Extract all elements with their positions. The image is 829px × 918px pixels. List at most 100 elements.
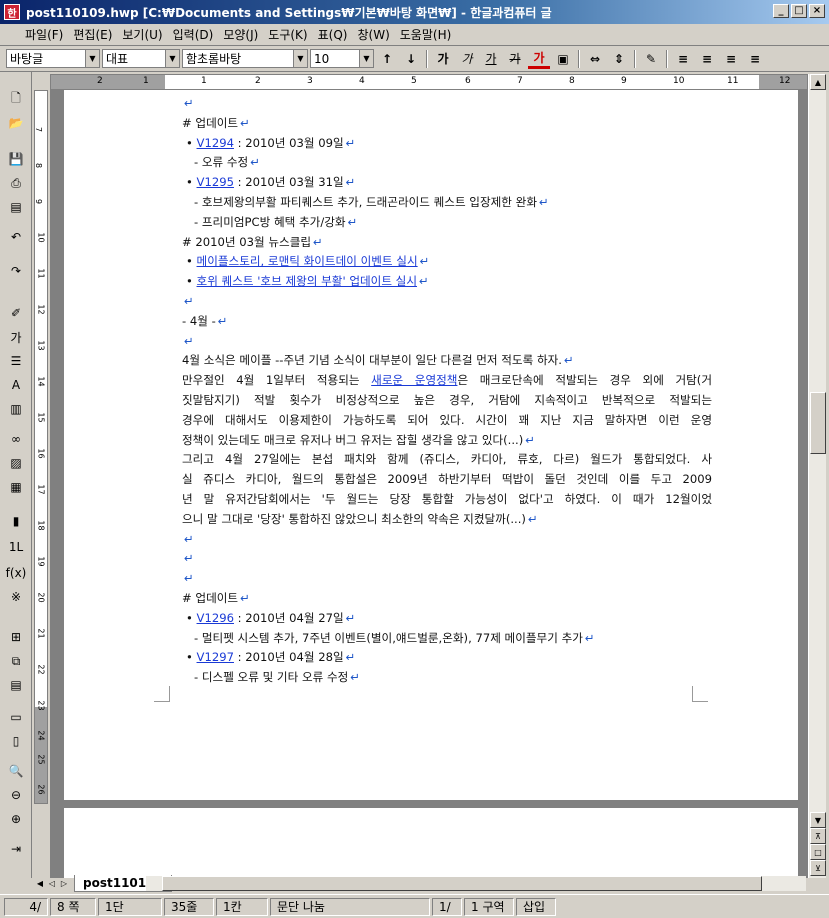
text-line: - 프리미엄PC방 혜택 추가/강화 ↵ — [194, 214, 358, 229]
style-select[interactable]: 바탕글 ▼ — [6, 49, 100, 68]
menu-edit[interactable]: 편집(E) — [68, 24, 117, 45]
preview-icon[interactable]: ▤ — [6, 198, 26, 216]
style-value: 바탕글 — [10, 52, 44, 66]
document-area[interactable]: ↵ # 업데이트 ↵ • V1294 : 2010년 03월 09일 ↵ - 오류 … — [50, 90, 808, 878]
align-justify-icon[interactable]: ≡ — [672, 49, 694, 69]
formula-icon[interactable]: f(x) — [6, 564, 27, 582]
italic-button[interactable]: 가 — [456, 49, 478, 69]
ruler-tick: 11 — [727, 76, 739, 86]
label-icon[interactable]: 1L — [6, 538, 26, 556]
version-link[interactable]: V1297 — [197, 650, 234, 664]
align-right-icon[interactable]: ≡ — [744, 49, 766, 69]
image-icon[interactable]: ▨ — [6, 454, 26, 472]
document-tab-bar: ◀ ◁ ▷ post110109 — [0, 874, 829, 892]
copy-shape-icon[interactable]: ⧉ — [6, 652, 26, 670]
vertical-scrollbar[interactable]: ▲ ▼ ⊼ □ ⊻ — [808, 74, 826, 878]
columns-icon[interactable]: ▥ — [6, 400, 26, 418]
hscroll-thumb[interactable] — [162, 876, 762, 891]
align-center-icon[interactable]: ≡ — [720, 49, 742, 69]
document-page[interactable]: ↵ # 업데이트 ↵ • V1294 : 2010년 03월 09일 ↵ - 오류 … — [64, 90, 798, 800]
font-size-select[interactable]: 10 ▼ — [310, 49, 374, 68]
font-select[interactable]: 함초롬바탕 ▼ — [182, 49, 308, 68]
vertical-ruler[interactable]: 7 8 9 10 11 12 13 14 15 16 17 18 19 20 2… — [34, 90, 48, 804]
chevron-down-icon[interactable]: ▼ — [165, 50, 179, 67]
news-link[interactable]: 메이플스토리, 로맨틱 화이트데이 이벤트 실시 — [197, 254, 418, 268]
table-icon[interactable]: ▦ — [6, 478, 26, 496]
zoom-in-icon[interactable]: ⊕ — [6, 810, 26, 828]
bold-button[interactable]: 가 — [432, 49, 454, 69]
policy-link[interactable]: 새로운 운영정책 — [371, 373, 457, 387]
zoom-icon[interactable]: 🔍 — [6, 762, 26, 780]
language-select[interactable]: 대표 ▼ — [102, 49, 180, 68]
chevron-down-icon[interactable]: ▼ — [293, 50, 307, 67]
new-document-icon[interactable]: 🗋 — [6, 90, 26, 108]
shade-icon[interactable]: ▣ — [552, 49, 574, 69]
undo-icon[interactable]: ↶ — [6, 228, 26, 246]
next-page[interactable] — [64, 808, 798, 878]
menu-format[interactable]: 모양(J) — [218, 24, 263, 45]
char-width-icon[interactable]: ⇕ — [608, 49, 630, 69]
draw-object-icon[interactable]: ⊞ — [6, 628, 26, 646]
page-up-icon[interactable]: ⊼ — [810, 828, 826, 844]
char-spacing-icon[interactable]: ⇔ — [584, 49, 606, 69]
scroll-thumb[interactable] — [810, 392, 826, 454]
minimize-button[interactable]: _ — [773, 4, 789, 18]
window-title: post110109.hwp [C:₩Documents and Setting… — [26, 5, 552, 20]
status-insert-mode[interactable]: 삽입 — [516, 897, 556, 916]
link-icon[interactable]: ∞ — [6, 430, 26, 448]
exit-icon[interactable]: ⇥ — [6, 840, 26, 858]
menu-file[interactable]: 파일(F) — [20, 24, 68, 45]
zoom-out-icon[interactable]: ⊖ — [6, 786, 26, 804]
ruler-tick: 2 — [255, 76, 261, 86]
first-tab-icon[interactable]: ◀ — [34, 876, 46, 890]
menu-table[interactable]: 표(Q) — [313, 24, 353, 45]
save-icon[interactable]: 💾 — [6, 150, 26, 168]
scroll-down-icon[interactable]: ▼ — [810, 812, 826, 828]
horizontal-ruler[interactable]: 2 1 1 2 3 4 5 6 7 8 9 10 11 12 — [50, 74, 808, 90]
chevron-down-icon[interactable]: ▼ — [85, 50, 99, 67]
font-color-button[interactable]: 가 — [528, 49, 550, 69]
hwp-app-icon[interactable]: 한 — [4, 4, 20, 20]
close-button[interactable]: × — [809, 4, 825, 18]
ruler-tick: 15 — [36, 412, 46, 423]
size-decrease-icon[interactable]: ↓ — [400, 49, 422, 69]
scroll-up-icon[interactable]: ▲ — [810, 74, 826, 90]
maximize-button[interactable]: □ — [791, 4, 807, 18]
chevron-down-icon[interactable]: ▼ — [359, 50, 373, 67]
version-link[interactable]: V1294 — [197, 136, 234, 150]
news-link[interactable]: 호위 퀘스트 '호브 제왕의 부활' 업데이트 실시 — [197, 274, 417, 288]
page-select-icon[interactable]: □ — [810, 844, 826, 860]
ruler-tick: 11 — [36, 268, 46, 279]
horizontal-scrollbar[interactable] — [146, 876, 806, 891]
text-line: 만우절인 4월 1일부터 적용되는 새로운 운영정책은 매크로단속에 적발되는 … — [182, 373, 712, 388]
version-link[interactable]: V1296 — [197, 611, 234, 625]
highlighter-icon[interactable]: ✎ — [640, 49, 662, 69]
menu-insert[interactable]: 입력(D) — [168, 24, 219, 45]
align-left-icon[interactable]: ≡ — [696, 49, 718, 69]
style-icon[interactable]: A — [6, 376, 26, 394]
open-folder-icon[interactable]: 📂 — [6, 114, 26, 132]
form-icon[interactable]: ▤ — [6, 676, 26, 694]
menu-help[interactable]: 도움말(H) — [395, 24, 457, 45]
next-tab-icon[interactable]: ▷ — [58, 876, 70, 890]
chart-icon[interactable]: ▮ — [6, 512, 26, 530]
strikethrough-button[interactable]: 가 — [504, 49, 526, 69]
size-increase-icon[interactable]: ↑ — [376, 49, 398, 69]
redo-icon[interactable]: ↷ — [6, 262, 26, 280]
menu-tools[interactable]: 도구(K) — [263, 24, 312, 45]
presentation-icon[interactable]: ▭ — [6, 708, 26, 726]
print-icon[interactable]: ⎙ — [6, 174, 26, 192]
version-link[interactable]: V1295 — [197, 175, 234, 189]
text-line: 정책이 있는데도 매크로 유저나 버그 유저는 잡힐 생각을 않고 있다(...… — [182, 432, 535, 447]
format-painter-icon[interactable]: ✐ — [6, 304, 26, 322]
para-shape-icon[interactable]: ☰ — [6, 352, 26, 370]
symbol-icon[interactable]: ※ — [6, 588, 26, 606]
prev-tab-icon[interactable]: ◁ — [46, 876, 58, 890]
text-line: ↵ — [184, 96, 194, 110]
menu-view[interactable]: 보기(U) — [117, 24, 167, 45]
char-shape-icon[interactable]: 가 — [6, 328, 26, 346]
menu-window[interactable]: 창(W) — [352, 24, 394, 45]
underline-button[interactable]: 가 — [480, 49, 502, 69]
dictionary-icon[interactable]: ▯ — [6, 732, 26, 750]
document-body[interactable]: ↵ # 업데이트 ↵ • V1294 : 2010년 03월 09일 ↵ - 오류 … — [182, 94, 712, 688]
